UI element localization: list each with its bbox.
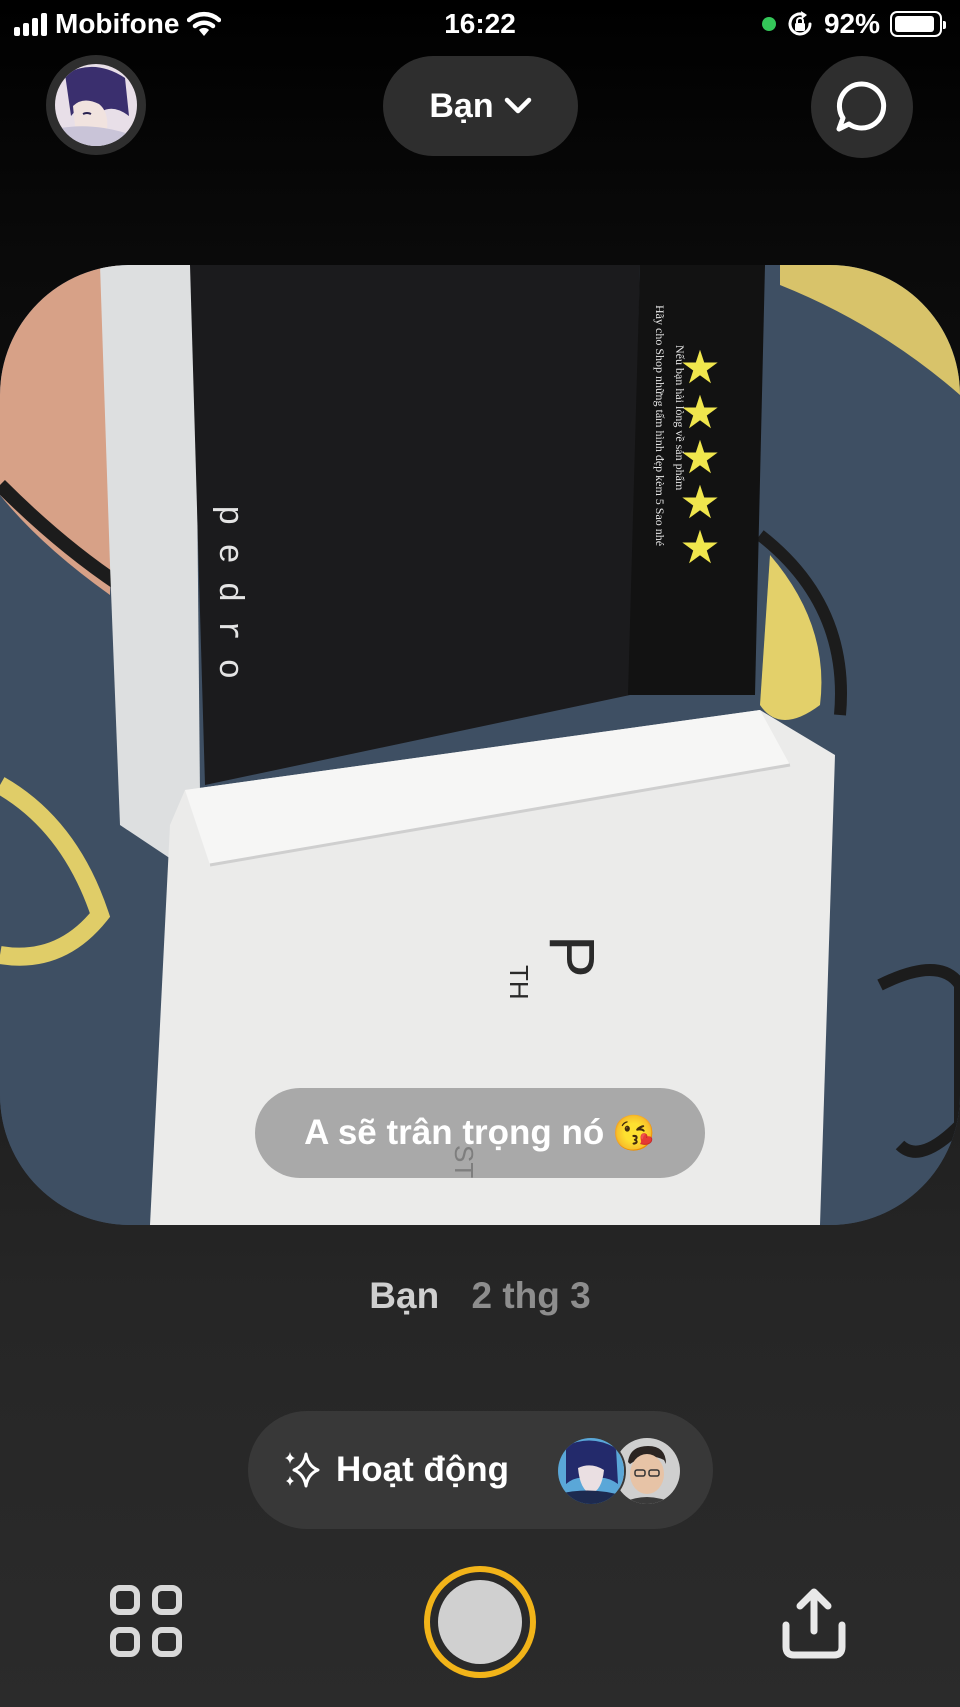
kiss-emoji-icon: 😘 — [612, 1113, 656, 1153]
history-grid-button[interactable] — [110, 1585, 182, 1657]
grid-icon — [110, 1585, 140, 1615]
activity-avatars — [556, 1436, 686, 1506]
battery-percent: 92% — [823, 8, 880, 39]
friends-filter-label: Bạn — [429, 86, 494, 125]
post-caption: A sẽ trân trọng nó 😘 — [255, 1088, 705, 1178]
battery-icon — [890, 11, 946, 37]
anime-avatar — [556, 1436, 626, 1506]
post-meta: Bạn 2 thg 3 — [0, 1275, 960, 1317]
camera-in-use-dot — [761, 17, 776, 31]
activity-button[interactable]: Hoạt động — [248, 1411, 713, 1529]
shutter-inner — [438, 1580, 522, 1664]
svg-text:★: ★ — [679, 521, 720, 573]
chevron-down-icon — [504, 97, 531, 114]
profile-avatar — [55, 64, 137, 146]
post-photo[interactable]: ★ ★ ★ ★ ★ Nếu bạn hài lòng về sản phẩm H… — [0, 265, 960, 1225]
rotation-lock-icon — [788, 11, 812, 36]
post-date: 2 thg 3 — [471, 1275, 591, 1316]
box-text-1: TH — [504, 965, 534, 1000]
brand-vertical-text: pedro — [209, 505, 247, 697]
sparkle-icon — [285, 1452, 320, 1488]
profile-avatar-button[interactable] — [46, 55, 146, 155]
chat-icon — [836, 81, 887, 132]
friends-filter-dropdown[interactable]: Bạn — [383, 56, 578, 156]
battery-fill — [895, 16, 934, 32]
status-right: 92% — [761, 8, 946, 40]
activity-label: Hoạt động — [336, 1450, 510, 1489]
shutter-button[interactable] — [424, 1566, 536, 1678]
card-text-line-2: Hãy cho Shop những tấm hình đẹp kèm 5 Sa… — [653, 305, 667, 546]
caption-text: A sẽ trân trọng nó — [304, 1113, 605, 1152]
card-text-line-1: Nếu bạn hài lòng về sản phẩm — [673, 345, 687, 491]
box-letter: P — [536, 935, 608, 978]
chat-button[interactable] — [811, 56, 913, 158]
post-author: Bạn — [369, 1275, 440, 1316]
status-bar: Mobifone 16:22 92% — [0, 0, 960, 48]
share-icon[interactable] — [776, 1585, 852, 1661]
